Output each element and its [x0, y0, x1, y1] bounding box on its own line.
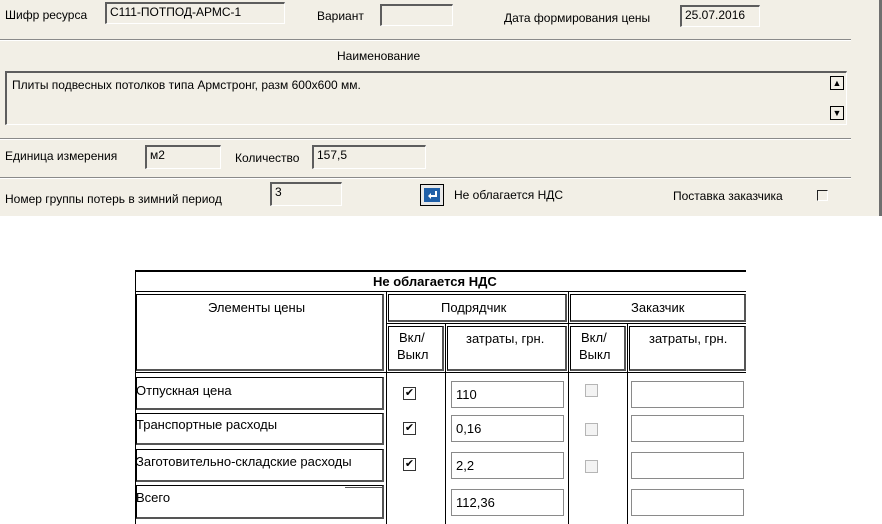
customer-on-checkbox[interactable]	[585, 423, 598, 436]
customer-supply-label: Поставка заказчика	[673, 189, 783, 203]
header-customer-onoff-2: Выкл	[579, 347, 611, 362]
header-contractor-onoff-2: Выкл	[397, 347, 429, 362]
total-label-cell	[136, 485, 384, 519]
header-customer: Заказчик	[631, 300, 685, 315]
contractor-cost-input[interactable]: 110	[451, 381, 564, 408]
winter-group-field[interactable]: 3	[270, 182, 342, 206]
price-elements-table: Не облагается НДС Элементы цены Подрядчи…	[135, 270, 746, 524]
customer-on-checkbox[interactable]	[585, 460, 598, 473]
contractor-on-checkbox[interactable]: ✔	[403, 422, 416, 435]
row-label: Транспортные расходы	[136, 417, 278, 432]
scroll-up-button[interactable]: ▲	[830, 76, 844, 90]
contractor-cost-input[interactable]: 0,16	[451, 415, 564, 442]
total-label: Всего	[136, 490, 171, 505]
contractor-on-checkbox[interactable]: ✔	[403, 387, 416, 400]
table-border	[135, 270, 746, 272]
quantity-field[interactable]: 157,5	[312, 145, 426, 169]
row-label: Заготовительно-складские расходы	[136, 454, 352, 469]
contractor-on-checkbox[interactable]: ✔	[403, 458, 416, 471]
header-contractor-cost: затраты, грн.	[466, 331, 545, 346]
customer-supply-checkbox[interactable]	[817, 190, 828, 201]
table-border	[445, 323, 446, 524]
table-title: Не облагается НДС	[373, 274, 497, 289]
vat-label: Не облагается НДС	[454, 188, 564, 202]
quantity-label: Количество	[235, 151, 300, 165]
table-border	[568, 291, 569, 524]
contractor-cost-input[interactable]: 2,2	[451, 452, 564, 479]
scroll-down-button[interactable]: ▼	[830, 106, 844, 120]
unit-field[interactable]: м2	[145, 145, 221, 169]
unit-label: Единица измерения	[5, 149, 118, 163]
header-price-elements: Элементы цены	[208, 300, 306, 315]
customer-cost-input[interactable]	[631, 381, 744, 408]
vat-toggle-button[interactable]	[420, 184, 444, 206]
price-date-field[interactable]: 25.07.2016	[680, 5, 760, 27]
table-border	[135, 291, 746, 292]
table-border	[627, 323, 628, 524]
vat-toggle-icon	[424, 188, 440, 202]
winter-group-label: Номер группы потерь в зимний период	[5, 192, 222, 206]
row-label: Отпускная цена	[136, 383, 232, 398]
table-border	[386, 323, 746, 324]
name-memo[interactable]: Плиты подвесных потолков типа Армстронг,…	[5, 71, 847, 125]
resource-code-field[interactable]: С111-ПОТПОД-АРМС-1	[105, 2, 285, 24]
header-customer-cost: затраты, грн.	[649, 331, 728, 346]
total-contractor-cost: 112,36	[451, 489, 564, 516]
separator	[0, 138, 851, 140]
customer-cost-input[interactable]	[631, 452, 744, 479]
variant-label: Вариант	[317, 9, 364, 23]
name-header: Наименование	[337, 49, 421, 63]
customer-cost-input[interactable]	[631, 415, 744, 442]
header-customer-onoff-1: Вкл/	[581, 330, 607, 345]
table-border	[386, 291, 387, 524]
total-cell-notch	[345, 487, 383, 488]
header-contractor: Подрядчик	[441, 300, 507, 315]
variant-field[interactable]	[380, 4, 453, 26]
customer-on-checkbox[interactable]	[585, 384, 598, 397]
separator	[0, 39, 851, 41]
total-customer-cost	[631, 489, 744, 516]
table-border	[135, 372, 746, 373]
separator	[0, 177, 851, 179]
price-date-label: Дата формирования цены	[504, 11, 651, 25]
arrow-down-icon: ▼	[832, 108, 842, 118]
header-contractor-onoff-1: Вкл/	[399, 330, 425, 345]
resource-code-label: Шифр ресурса	[5, 8, 88, 22]
arrow-up-icon: ▲	[832, 78, 842, 88]
name-text: Плиты подвесных потолков типа Армстронг,…	[12, 78, 361, 92]
